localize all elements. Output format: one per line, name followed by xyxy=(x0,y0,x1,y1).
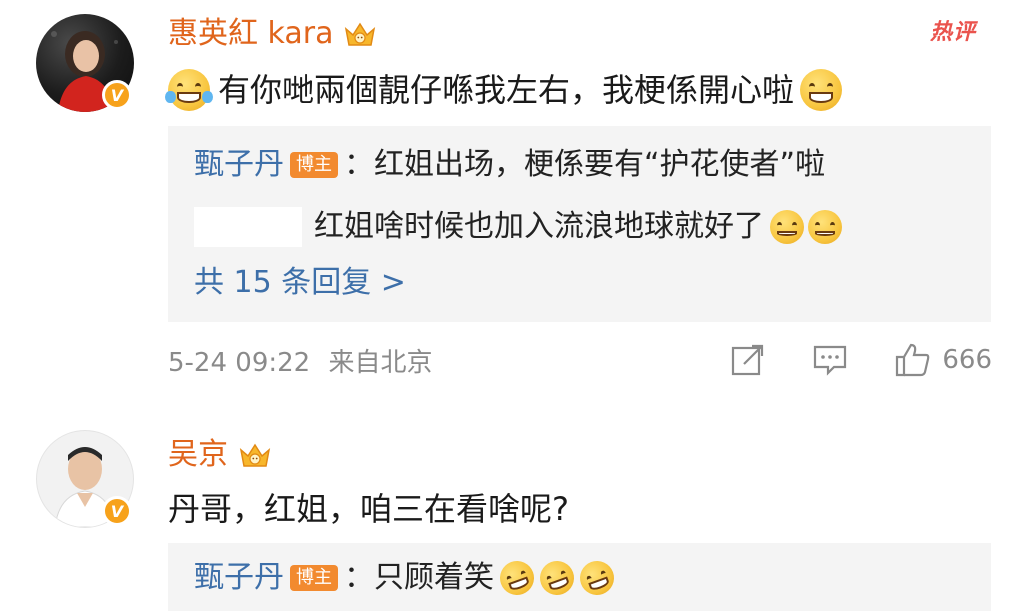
thumbs-up-icon xyxy=(896,343,930,377)
username-text: 吴京 xyxy=(168,437,228,472)
hot-comment-badge: 热评 xyxy=(930,20,977,45)
share-button[interactable] xyxy=(730,343,766,377)
comment-username[interactable]: 惠英紅 kara xyxy=(168,14,377,54)
reply-username[interactable]: 甄子丹 xyxy=(194,144,284,186)
comment-text-content: 有你哋兩個靚仔喺我左右，我梗係開心啦 xyxy=(218,71,795,109)
verified-badge-icon: V xyxy=(102,80,132,110)
weibo-comment-list: V 惠英紅 kara 热评 有你哋兩個靚仔喺我左右，我梗係開心啦 甄子丹 博主 … xyxy=(0,0,1024,611)
username-text: 惠英紅 kara xyxy=(168,16,334,51)
crown-icon xyxy=(345,22,376,46)
rofl-emoji-icon xyxy=(535,556,579,600)
laugh-cry-emoji-icon xyxy=(165,69,213,111)
reply-item: 甄子丹 博主 ：红姐出场，梗係要有“护花使者”啦 xyxy=(194,144,825,186)
blogger-tag: 博主 xyxy=(290,152,338,178)
comment-button[interactable] xyxy=(812,343,848,377)
thinking-emoji-icon xyxy=(808,210,842,244)
comment-meta: 5-24 09:22 来自北京 xyxy=(168,345,432,381)
comment-text: 丹哥，红姐，咱三在看啥呢? xyxy=(168,487,569,531)
like-button[interactable]: 666 xyxy=(894,342,992,378)
comment-actions: 666 xyxy=(730,342,992,378)
blogger-tag: 博主 xyxy=(290,565,338,591)
reply-item: 甄子丹 博主 ：只顾着笑 xyxy=(194,556,619,600)
comment-text: 有你哋兩個靚仔喺我左右，我梗係開心啦 xyxy=(165,68,843,112)
reply-item: 红姐啥时候也加入流浪地球就好了 xyxy=(194,206,842,248)
comment-icon xyxy=(814,345,847,376)
rofl-emoji-icon xyxy=(495,556,539,600)
share-icon xyxy=(732,344,764,376)
avatar[interactable]: V xyxy=(36,14,134,112)
comment-text-content: 丹哥，红姐，咱三在看啥呢? xyxy=(168,490,569,528)
reply-preview-box[interactable]: 甄子丹 博主 ：红姐出场，梗係要有“护花使者”啦 红姐啥时候也加入流浪地球就好了… xyxy=(168,126,991,322)
verified-badge-icon: V xyxy=(102,496,132,526)
reply-text: 红姐啥时候也加入流浪地球就好了 xyxy=(314,209,764,244)
thinking-emoji-icon xyxy=(770,210,804,244)
more-replies-link[interactable]: 共 15 条回复 > xyxy=(194,262,406,304)
reply-text: ：只顾着笑 xyxy=(344,560,494,595)
reply-text: ：红姐出场，梗係要有“护花使者”啦 xyxy=(344,147,826,182)
comment-username[interactable]: 吴京 xyxy=(168,435,272,475)
reply-preview-box[interactable]: 甄子丹 博主 ：只顾着笑 xyxy=(168,543,991,611)
reply-username[interactable]: 甄子丹 xyxy=(194,557,284,599)
avatar[interactable]: V xyxy=(36,430,134,528)
masked-username xyxy=(194,207,302,247)
comment-time: 5-24 09:22 xyxy=(168,348,311,378)
grin-emoji-icon xyxy=(800,69,843,111)
like-count: 666 xyxy=(942,345,992,375)
comment-source: 来自北京 xyxy=(328,348,433,378)
rofl-emoji-icon xyxy=(575,556,619,600)
crown-icon xyxy=(239,443,271,467)
